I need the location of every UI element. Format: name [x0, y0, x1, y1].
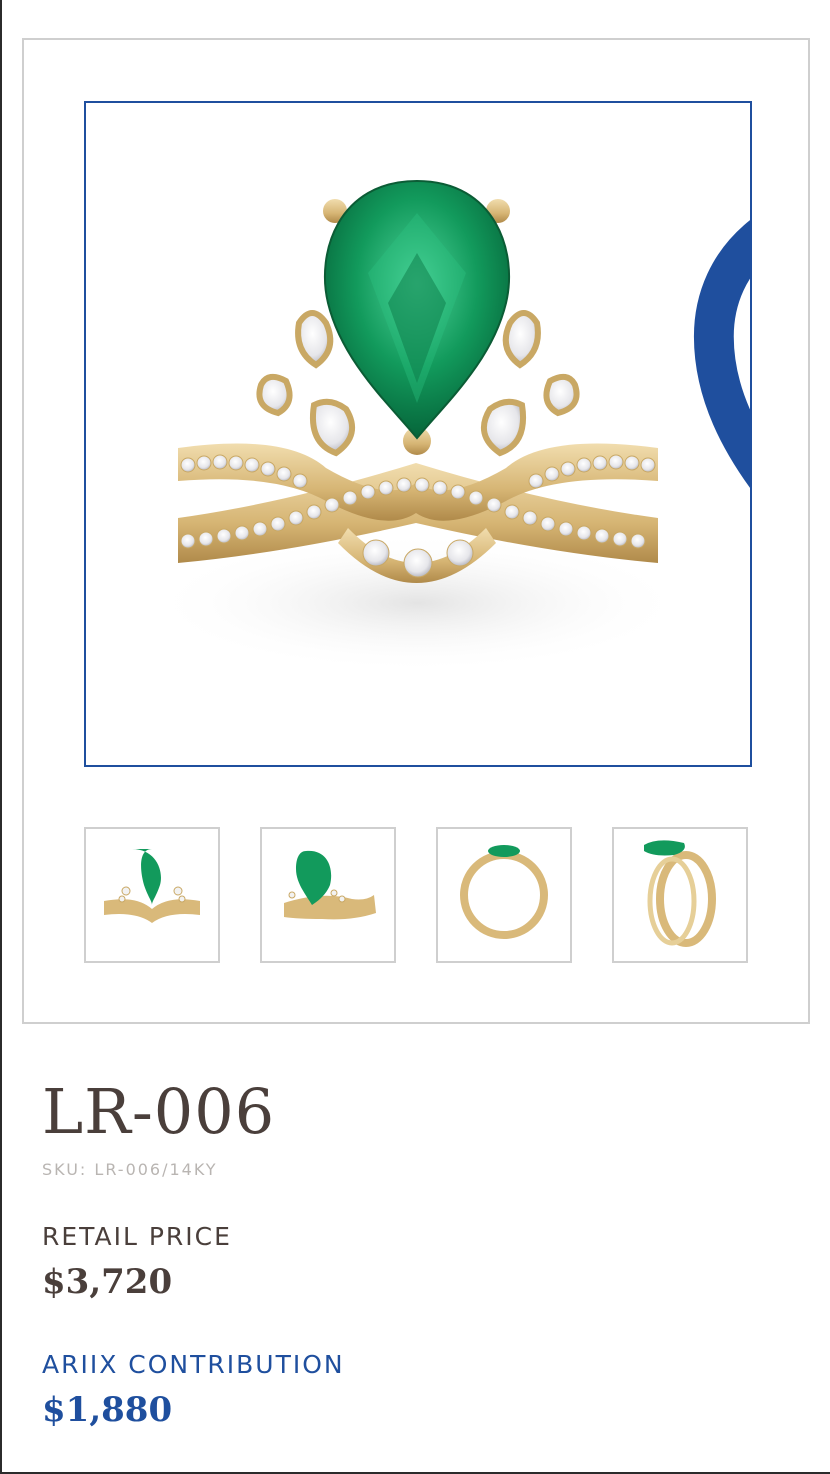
thumbnail-angled[interactable]	[260, 827, 396, 963]
ring-image	[148, 179, 688, 673]
thumbnail-ring-perspective	[644, 840, 716, 947]
heart-outline-icon	[693, 220, 750, 488]
thumbnail-ring-side	[460, 845, 548, 939]
thumbnail-ring-front	[104, 849, 200, 923]
retail-price-label: RETAIL PRICE	[42, 1222, 232, 1251]
product-title: LR-006	[42, 1075, 276, 1148]
thumbnail-perspective[interactable]	[612, 827, 748, 963]
thumbnail-front[interactable]	[84, 827, 220, 963]
contribution-label: ARIIX CONTRIBUTION	[42, 1350, 345, 1379]
favorite-button[interactable]	[674, 125, 750, 488]
thumbnail-ring-angled	[284, 850, 376, 920]
product-gallery	[22, 38, 810, 1024]
contribution-value: $1,880	[42, 1390, 173, 1430]
retail-price-value: $3,720	[42, 1262, 173, 1302]
product-sku: SKU: LR-006/14KY	[42, 1160, 218, 1179]
thumbnail-side-profile[interactable]	[436, 827, 572, 963]
main-product-image[interactable]	[84, 101, 752, 767]
